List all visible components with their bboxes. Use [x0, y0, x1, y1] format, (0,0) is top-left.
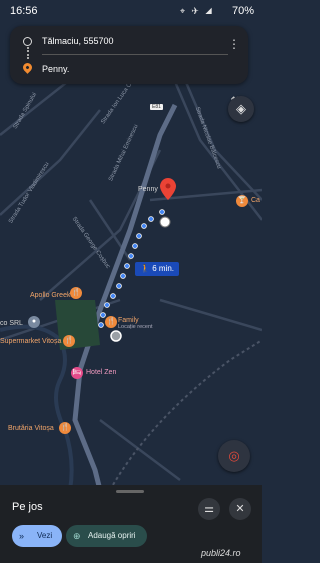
watermark: publi24.ro	[201, 548, 241, 558]
route-dot	[120, 273, 126, 279]
status-icons: ⌖ ✈ ◢	[179, 6, 214, 16]
poi-label[interactable]: Apollo Greek	[30, 292, 70, 299]
layers-button[interactable]: ◈	[228, 96, 254, 122]
recent-location-label: Locație recent	[118, 324, 153, 330]
route-dot	[116, 283, 122, 289]
restaurant-icon[interactable]: 🍴	[63, 335, 75, 347]
route-dot	[136, 233, 142, 239]
battery-level: 70%	[231, 5, 254, 17]
route-dot	[98, 322, 104, 328]
route-dot	[124, 263, 130, 269]
sheet-title: Pe jos	[12, 501, 43, 513]
tune-icon: ⚌	[204, 503, 214, 515]
destination-row[interactable]: Penny. ⇅	[10, 60, 248, 109]
add-stops-button[interactable]: ⊕ Adaugă opriri	[66, 525, 147, 547]
close-icon: ✕	[235, 503, 245, 515]
my-location-icon: ◎	[228, 448, 240, 463]
destination-icon	[21, 61, 34, 74]
route-dot	[141, 223, 147, 229]
hotel-icon[interactable]: 🛏	[71, 367, 83, 379]
route-connector	[27, 47, 31, 59]
options-button[interactable]: ⚌	[198, 498, 220, 520]
route-dot	[128, 253, 134, 259]
poi-label[interactable]: Supermarket Vitoșa	[0, 338, 61, 345]
walk-time-label: 6 min.	[152, 264, 174, 273]
poi-label[interactable]: Ca	[251, 197, 260, 204]
add-location-icon: ⊕	[73, 531, 81, 541]
add-stops-label: Adaugă opriri	[88, 531, 136, 540]
status-time: 16:56	[10, 5, 38, 17]
poi-label[interactable]: Brutăria Vitoșa	[8, 425, 54, 432]
divider	[42, 54, 228, 55]
walking-icon: 🚶	[140, 264, 150, 273]
place-icon[interactable]: ●	[28, 316, 40, 328]
restaurant-icon[interactable]: 🍴	[70, 287, 82, 299]
route-dot	[104, 302, 110, 308]
status-bar: 16:56 ⌖ ✈ ◢ 70%	[0, 0, 262, 24]
poi-label[interactable]: Hotel Zen	[86, 369, 116, 376]
route-dot	[100, 312, 106, 318]
origin-icon	[23, 37, 32, 46]
route-dot	[159, 209, 165, 215]
walk-time-badge[interactable]: 🚶 6 min.	[135, 262, 179, 276]
close-button[interactable]: ✕	[229, 498, 251, 520]
route-dot	[110, 293, 116, 299]
end-location-marker	[159, 216, 171, 228]
poi-label[interactable]: co SRL	[0, 320, 23, 327]
destination-label[interactable]: Penny	[138, 186, 158, 193]
view-label: Vezi	[37, 531, 53, 540]
more-vert-icon[interactable]: ⋮	[228, 37, 240, 51]
restaurant-icon[interactable]: 🍴	[59, 422, 71, 434]
start-location-marker	[110, 330, 122, 342]
origin-input[interactable]: Tălmaciu, 555700	[42, 36, 114, 46]
drag-handle[interactable]	[116, 490, 144, 493]
view-button[interactable]: » Vezi	[12, 525, 62, 547]
poi-label[interactable]: Family	[118, 317, 139, 324]
location-button[interactable]: ◎	[218, 440, 250, 472]
destination-input[interactable]: Penny.	[42, 64, 69, 74]
layers-icon: ◈	[236, 101, 246, 116]
route-dot	[148, 216, 154, 222]
route-card: Tălmaciu, 555700 ⋮ Penny. ⇅	[10, 26, 248, 109]
route-dot	[132, 243, 138, 249]
road-shield: E81	[150, 104, 163, 110]
restaurant-icon[interactable]: 🍸	[236, 195, 248, 207]
restaurant-icon[interactable]: 🍴	[105, 316, 117, 328]
double-arrow-icon: »	[19, 531, 25, 541]
origin-row[interactable]: Tălmaciu, 555700 ⋮	[10, 32, 248, 54]
